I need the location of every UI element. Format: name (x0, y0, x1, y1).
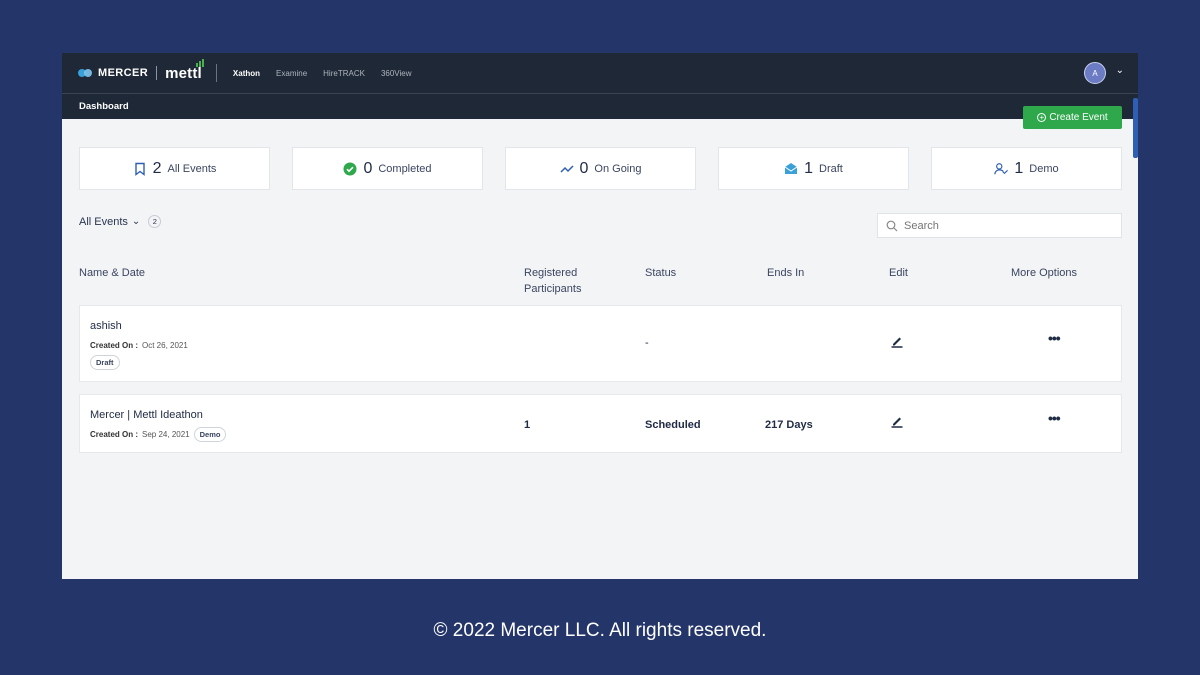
event-tag-row: Draft (90, 355, 120, 370)
header-status: Status (645, 267, 677, 279)
app-window: MERCER mettl Xathon Examine HireTRACK 36… (62, 53, 1138, 579)
stats-bar: 2 All Events 0 Completed 0 On Going 1 Dr… (79, 147, 1122, 190)
pencil-icon[interactable] (890, 334, 904, 348)
nav-divider (215, 64, 217, 82)
event-name[interactable]: Mercer | Mettl Ideathon (90, 409, 203, 421)
filter-label: All Events (79, 215, 128, 228)
stat-label: Demo (1029, 162, 1059, 175)
chevron-down-icon: ⌄ (131, 216, 141, 227)
pencil-icon[interactable] (890, 414, 904, 428)
stat-card-draft[interactable]: 1 Draft (718, 147, 909, 190)
header-edit: Edit (889, 267, 908, 279)
stat-card-completed[interactable]: 0 Completed (292, 147, 483, 190)
stat-card-all-events[interactable]: 2 All Events (79, 147, 270, 190)
chevron-down-icon[interactable]: ⌄ (1116, 65, 1124, 76)
sub-navbar: Dashboard (62, 93, 1138, 119)
status-badge: Demo (193, 427, 227, 442)
envelope-icon (784, 162, 798, 174)
nav-item-hiretrack[interactable]: HireTRACK (323, 69, 365, 78)
more-options-icon[interactable]: ••• (1048, 330, 1061, 346)
more-options-icon[interactable]: ••• (1048, 410, 1061, 426)
ends-in-cell: 217 Days (765, 419, 813, 431)
table-row[interactable]: Mercer | Mettl Ideathon Created On : Sep … (79, 394, 1122, 453)
stat-label: On Going (594, 162, 642, 175)
nav-item-360view[interactable]: 360View (381, 69, 412, 78)
mettl-bars-icon (195, 58, 204, 67)
stat-count: 1 (1014, 159, 1024, 177)
create-event-button[interactable]: + Create Event (1023, 106, 1122, 129)
mettl-wordmark: mettl (165, 58, 204, 82)
create-event-label: Create Event (1049, 112, 1108, 123)
mercer-logo-icon (78, 68, 94, 78)
header-registered: Registered Participants (524, 267, 582, 295)
user-check-icon (994, 162, 1009, 174)
search-input[interactable] (904, 219, 1104, 232)
event-created-on: Created On : Sep 24, 2021 Demo (90, 427, 227, 442)
event-created-on: Created On : Oct 26, 2021 (90, 341, 188, 350)
scrollbar-thumb[interactable] (1133, 98, 1138, 158)
status-badge: Draft (90, 355, 120, 370)
event-name[interactable]: ashish (90, 320, 122, 332)
bookmark-icon (134, 162, 145, 176)
mercer-wordmark: MERCER (98, 67, 149, 79)
page-title[interactable]: Dashboard (79, 101, 129, 112)
stat-label: All Events (167, 162, 217, 175)
search-icon (886, 220, 898, 231)
nav-item-xathon[interactable]: Xathon (233, 69, 260, 78)
top-navbar: MERCER mettl Xathon Examine HireTRACK 36… (62, 53, 1138, 93)
user-avatar[interactable]: A (1084, 62, 1106, 84)
event-count-badge: 2 (148, 215, 162, 228)
status-cell: Scheduled (645, 419, 701, 431)
header-ends-in: Ends In (767, 267, 805, 279)
plus-circle-icon: + (1037, 113, 1047, 122)
stat-count: 0 (363, 159, 373, 177)
stat-count: 0 (579, 159, 589, 177)
stat-card-on-going[interactable]: 0 On Going (505, 147, 696, 190)
trend-icon (559, 164, 574, 173)
status-cell: - (645, 337, 649, 349)
product-nav: Xathon Examine HireTRACK 360View (233, 69, 412, 78)
participants-cell: 1 (524, 419, 531, 431)
stat-label: Draft (819, 162, 843, 175)
stat-count: 2 (152, 159, 162, 177)
table-row[interactable]: ashish Created On : Oct 26, 2021 Draft - … (79, 305, 1122, 382)
stat-count: 1 (804, 159, 814, 177)
search-box[interactable] (877, 213, 1122, 238)
brand-divider (156, 66, 158, 80)
events-filter-dropdown[interactable]: All Events ⌄ 2 (79, 215, 162, 228)
brand-logo[interactable]: MERCER mettl (78, 58, 204, 82)
stat-card-demo[interactable]: 1 Demo (931, 147, 1122, 190)
header-name-date: Name & Date (79, 267, 146, 279)
header-more-options: More Options (1011, 267, 1078, 279)
copyright-footer: © 2022 Mercer LLC. All rights reserved. (433, 620, 767, 641)
stat-label: Completed (378, 162, 432, 175)
nav-item-examine[interactable]: Examine (276, 69, 307, 78)
check-circle-icon (343, 162, 357, 175)
